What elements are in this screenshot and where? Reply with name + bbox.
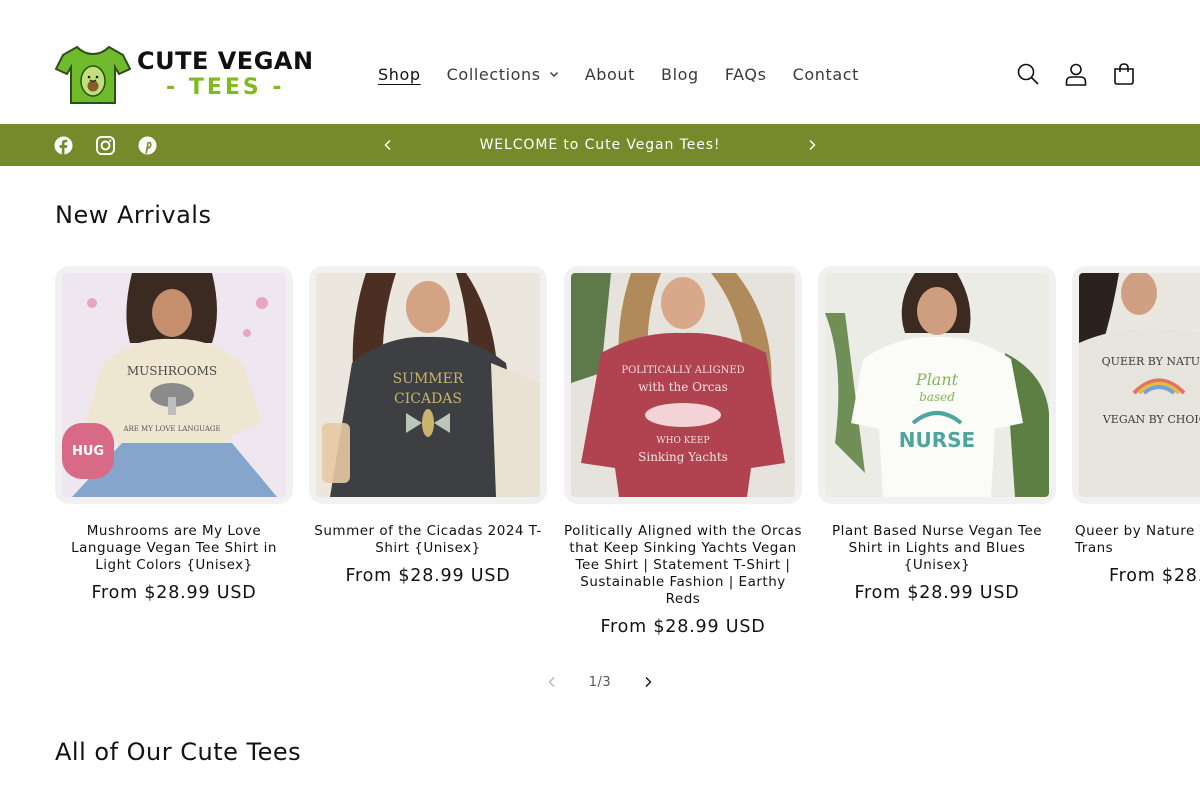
facebook-link[interactable] <box>52 134 74 156</box>
logo-subtitle: - TEES - <box>166 75 285 100</box>
nav-shop[interactable]: Shop <box>365 65 434 84</box>
slider-controls: 1/3 <box>537 668 663 696</box>
product-title[interactable]: Mushrooms are My Love Language Vegan Tee… <box>55 523 293 574</box>
nav-faqs-label: FAQs <box>724 64 767 84</box>
product-card[interactable]: POLITICALLY ALIGNED with the Orcas WHO K… <box>564 266 802 637</box>
instagram-icon <box>95 135 115 155</box>
product-image[interactable]: QUEER BY NATURE VEGAN BY CHOICE <box>1079 273 1200 497</box>
slider-counter: 1/3 <box>588 674 612 690</box>
pinterest-link[interactable] <box>136 134 158 156</box>
new-arrivals-heading: New Arrivals <box>55 201 212 229</box>
product-title[interactable]: Politically Aligned with the Orcas that … <box>564 523 802 608</box>
product-price: From $28. <box>1109 566 1200 586</box>
nav-about-label: About <box>584 64 636 84</box>
product-image-frame: Plant based NURSE <box>818 266 1056 504</box>
slider-next-button[interactable] <box>633 668 663 696</box>
announcement-next-button[interactable] <box>801 134 823 156</box>
product-image[interactable]: POLITICALLY ALIGNED with the Orcas WHO K… <box>571 273 795 497</box>
svg-text:CICADAS: CICADAS <box>394 391 462 407</box>
svg-text:ARE MY LOVE LANGUAGE: ARE MY LOVE LANGUAGE <box>122 425 220 433</box>
product-image-frame: POLITICALLY ALIGNED with the Orcas WHO K… <box>564 266 802 504</box>
announcement-prev-button[interactable] <box>377 134 399 156</box>
svg-text:with the Orcas: with the Orcas <box>638 380 728 394</box>
nav-contact[interactable]: Contact <box>780 65 872 84</box>
mushroom-tee-model-photo: MUSHROOMS ARE MY LOVE LANGUAGE HUG <box>62 273 286 497</box>
slider-prev-button[interactable] <box>537 668 567 696</box>
nav-blog[interactable]: Blog <box>648 65 712 84</box>
product-image[interactable]: SUMMER CICADAS <box>316 273 540 497</box>
chevron-down-icon <box>549 72 558 77</box>
header-actions <box>1004 56 1148 92</box>
cart-icon <box>1114 63 1134 85</box>
product-card[interactable]: Plant based NURSE Plant Based Nurse Vega… <box>818 266 1056 603</box>
main-nav: Shop Collections About Blog FAQs Contact <box>365 62 872 86</box>
svg-text:MUSHROOMS: MUSHROOMS <box>127 364 217 378</box>
chevron-right-icon <box>809 140 816 150</box>
product-price: From $28.99 USD <box>91 583 257 603</box>
product-card[interactable]: MUSHROOMS ARE MY LOVE LANGUAGE HUG Mushr… <box>55 266 293 603</box>
orcas-tee-model-photo: POLITICALLY ALIGNED with the Orcas WHO K… <box>571 273 795 497</box>
product-title[interactable]: Plant Based Nurse Vegan Tee Shirt in Lig… <box>818 523 1056 574</box>
product-title[interactable]: Summer of the Cicadas 2024 T-Shirt {Unis… <box>309 523 547 557</box>
facebook-icon <box>53 135 73 155</box>
search-button[interactable] <box>1004 56 1052 92</box>
brand-logo[interactable]: CUTE VEGAN - TEES - <box>55 42 345 106</box>
plant-nurse-tee-model-photo: Plant based NURSE <box>825 273 1049 497</box>
search-icon <box>1017 63 1039 85</box>
product-price: From $28.99 USD <box>345 566 511 586</box>
svg-text:based: based <box>919 390 955 404</box>
account-button[interactable] <box>1052 56 1100 92</box>
svg-text:HUG: HUG <box>72 444 104 459</box>
cart-button[interactable] <box>1100 56 1148 92</box>
announcement-bar: WELCOME to Cute Vegan Tees! <box>0 124 1200 166</box>
pinterest-icon <box>137 135 157 155</box>
nav-collections[interactable]: Collections <box>434 65 572 84</box>
product-card[interactable]: SUMMER CICADAS Summer of the Cicadas 202… <box>309 266 547 586</box>
product-card[interactable]: QUEER BY NATURE VEGAN BY CHOICE Queer by… <box>1072 266 1200 586</box>
chevron-right-icon <box>645 677 652 687</box>
product-image-frame: QUEER BY NATURE VEGAN BY CHOICE <box>1072 266 1200 504</box>
nav-contact-label: Contact <box>792 64 860 84</box>
nav-blog-label: Blog <box>661 64 699 84</box>
account-icon <box>1065 63 1087 86</box>
svg-text:POLITICALLY ALIGNED: POLITICALLY ALIGNED <box>621 365 744 376</box>
nav-faqs[interactable]: FAQs <box>712 65 780 84</box>
announcement-text[interactable]: WELCOME to Cute Vegan Tees! <box>400 124 800 166</box>
svg-text:Sinking Yachts: Sinking Yachts <box>638 450 728 464</box>
product-image-frame: MUSHROOMS ARE MY LOVE LANGUAGE HUG <box>55 266 293 504</box>
nav-about[interactable]: About <box>572 65 648 84</box>
svg-text:WHO KEEP: WHO KEEP <box>656 436 709 446</box>
all-tees-heading: All of Our Cute Tees <box>55 738 302 766</box>
svg-text:QUEER BY NATURE: QUEER BY NATURE <box>1102 355 1200 368</box>
svg-text:SUMMER: SUMMER <box>393 371 464 387</box>
chevron-left-icon <box>384 140 391 150</box>
svg-text:Plant: Plant <box>915 370 959 389</box>
site-header: CUTE VEGAN - TEES - Shop Collections Abo… <box>0 0 1200 124</box>
product-price: From $28.99 USD <box>600 617 766 637</box>
svg-text:VEGAN BY CHOICE: VEGAN BY CHOICE <box>1102 413 1200 426</box>
nav-shop-label: Shop <box>378 64 421 84</box>
avocado-shirt-icon <box>55 45 131 104</box>
chevron-left-icon <box>548 677 555 687</box>
product-image-frame: SUMMER CICADAS <box>309 266 547 504</box>
logo-title: CUTE VEGAN <box>137 47 314 75</box>
social-links <box>52 134 178 156</box>
product-title[interactable]: Queer by Nature V T-Shirt | Gay Trans <box>1072 523 1200 557</box>
nav-collections-label: Collections <box>446 64 541 84</box>
svg-text:NURSE: NURSE <box>899 428 975 452</box>
cicadas-tee-model-photo: SUMMER CICADAS <box>316 273 540 497</box>
product-image[interactable]: Plant based NURSE <box>825 273 1049 497</box>
product-image[interactable]: MUSHROOMS ARE MY LOVE LANGUAGE HUG <box>62 273 286 497</box>
instagram-link[interactable] <box>94 134 116 156</box>
queer-by-nature-tee-model-photo: QUEER BY NATURE VEGAN BY CHOICE <box>1079 273 1200 497</box>
product-price: From $28.99 USD <box>854 583 1020 603</box>
